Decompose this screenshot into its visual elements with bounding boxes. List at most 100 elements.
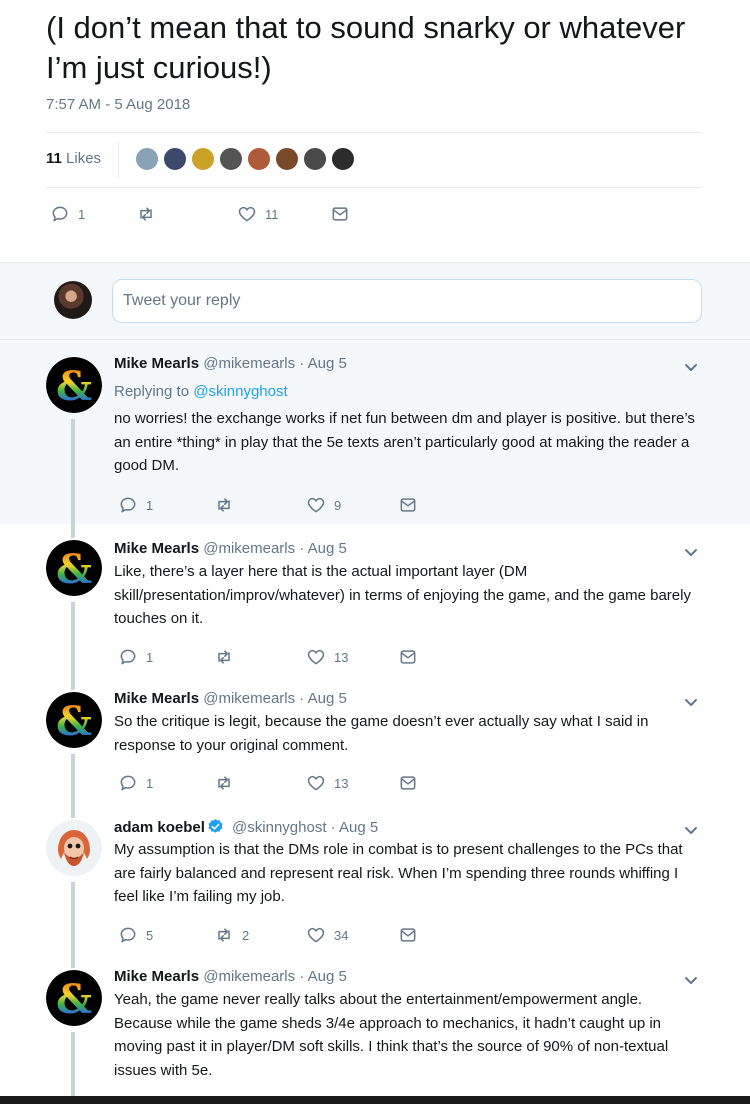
- thread-line: [71, 676, 75, 690]
- retweet-icon: [214, 925, 234, 945]
- replying-to: Replying to @skinnyghost: [114, 383, 288, 400]
- reply-button[interactable]: 1: [50, 204, 85, 224]
- direct-message-button[interactable]: [330, 204, 350, 224]
- reply-icon: [118, 495, 138, 515]
- retweet-button[interactable]: [136, 204, 164, 224]
- direct-message-button[interactable]: [398, 925, 418, 945]
- tweet-menu-button[interactable]: [682, 971, 700, 989]
- reply-button[interactable]: 1: [118, 647, 153, 667]
- like-count: 34: [334, 927, 349, 943]
- reply-icon: [118, 647, 138, 667]
- avatar[interactable]: [46, 540, 102, 596]
- chevron-down-icon: [682, 821, 700, 839]
- reply-button[interactable]: 1: [118, 773, 153, 793]
- likes-count[interactable]: 11 Likes: [46, 150, 101, 167]
- liker-avatar[interactable]: [274, 146, 300, 172]
- tweet[interactable]: Mike Mearls @mikemearls · Aug 5 So the c…: [0, 676, 750, 804]
- envelope-icon: [330, 204, 350, 224]
- reply-count: 5: [146, 927, 154, 943]
- display-name[interactable]: Mike Mearls: [114, 355, 199, 372]
- liker-avatar[interactable]: [330, 146, 356, 172]
- like-button[interactable]: 13: [306, 773, 348, 793]
- main-tweet-timestamp[interactable]: 7:57 AM - 5 Aug 2018: [46, 96, 190, 113]
- retweet-button[interactable]: [214, 647, 242, 667]
- direct-message-button[interactable]: [398, 773, 418, 793]
- display-name[interactable]: Mike Mearls: [114, 540, 199, 557]
- tweet-date[interactable]: · Aug 5: [299, 690, 347, 707]
- avatar[interactable]: [46, 820, 102, 876]
- tweet-text: My assumption is that the DMs role in co…: [114, 841, 683, 905]
- handle[interactable]: @skinnyghost: [232, 819, 326, 836]
- tweet[interactable]: Mike Mearls @mikemearls · Aug 5 Yeah, th…: [0, 954, 750, 1096]
- thread-line: [71, 419, 75, 524]
- avatar[interactable]: [46, 357, 102, 413]
- tweet-menu-button[interactable]: [682, 693, 700, 711]
- tweet[interactable]: Mike Mearls @mikemearls · Aug 5 Like, th…: [0, 524, 750, 676]
- reply-icon: [118, 925, 138, 945]
- handle[interactable]: @mikemearls: [203, 540, 295, 557]
- tweet-date[interactable]: · Aug 5: [331, 819, 379, 836]
- heart-icon: [237, 204, 257, 224]
- envelope-icon: [398, 773, 418, 793]
- envelope-icon: [398, 647, 418, 667]
- thread-line: [71, 1032, 75, 1096]
- retweet-button[interactable]: 2: [214, 925, 249, 945]
- likers-avatars: [134, 146, 356, 172]
- tweet-text: Yeah, the game never really talks about …: [114, 991, 669, 1079]
- chevron-down-icon: [682, 971, 700, 989]
- liker-avatar[interactable]: [302, 146, 328, 172]
- tweet-menu-button[interactable]: [682, 358, 700, 376]
- like-button[interactable]: 11: [237, 204, 279, 224]
- tweet-date[interactable]: · Aug 5: [299, 540, 347, 557]
- handle[interactable]: @mikemearls: [203, 355, 295, 372]
- tweet-menu-button[interactable]: [682, 543, 700, 561]
- reply-input[interactable]: [112, 279, 702, 323]
- tweet-date[interactable]: · Aug 5: [299, 355, 347, 372]
- likes-separator: [118, 142, 119, 178]
- retweet-icon: [136, 204, 156, 224]
- like-button[interactable]: 13: [306, 647, 348, 667]
- tweet-header: Mike Mearls @mikemearls · Aug 5: [114, 355, 347, 372]
- chevron-down-icon: [682, 543, 700, 561]
- display-name[interactable]: adam koebel: [114, 819, 205, 836]
- direct-message-button[interactable]: [398, 495, 418, 515]
- tweet[interactable]: Mike Mearls @mikemearls · Aug 5 Replying…: [0, 341, 750, 524]
- verified-badge-icon: [208, 819, 223, 833]
- tweet-date[interactable]: · Aug 5: [299, 968, 347, 985]
- direct-message-button[interactable]: [398, 647, 418, 667]
- liker-avatar[interactable]: [162, 146, 188, 172]
- tweet-menu-button[interactable]: [682, 821, 700, 839]
- display-name[interactable]: Mike Mearls: [114, 968, 199, 985]
- avatar[interactable]: [46, 692, 102, 748]
- thread-line: [71, 524, 75, 538]
- liker-avatar[interactable]: [134, 146, 160, 172]
- main-tweet-text: (I don’t mean that to sound snarky or wh…: [46, 10, 686, 85]
- reply-button[interactable]: 5: [118, 925, 153, 945]
- reply-composer: [0, 262, 750, 340]
- thread-line: [71, 602, 75, 676]
- thread-line: [71, 754, 75, 804]
- liker-avatar[interactable]: [190, 146, 216, 172]
- like-button[interactable]: 34: [306, 925, 348, 945]
- retweet-icon: [214, 647, 234, 667]
- tweet-text: no worries! the exchange works if net fu…: [114, 410, 695, 474]
- display-name[interactable]: Mike Mearls: [114, 690, 199, 707]
- handle[interactable]: @mikemearls: [203, 968, 295, 985]
- avatar: [54, 281, 92, 319]
- liker-avatar[interactable]: [246, 146, 272, 172]
- window-bottom-edge: [0, 1096, 750, 1104]
- tweet[interactable]: adam koebel @skinnyghost · Aug 5 My assu…: [0, 804, 750, 954]
- like-count: 11: [265, 206, 279, 222]
- like-button[interactable]: 9: [306, 495, 341, 515]
- retweet-button[interactable]: [214, 495, 242, 515]
- retweet-button[interactable]: [214, 773, 242, 793]
- liker-avatar[interactable]: [218, 146, 244, 172]
- divider: [46, 132, 702, 133]
- reply-icon: [50, 204, 70, 224]
- handle[interactable]: @mikemearls: [203, 690, 295, 707]
- likes-count-label: Likes: [66, 150, 102, 167]
- replying-to-handle[interactable]: @skinnyghost: [193, 383, 287, 400]
- reply-count: 1: [78, 206, 86, 222]
- reply-button[interactable]: 1: [118, 495, 153, 515]
- avatar[interactable]: [46, 970, 102, 1026]
